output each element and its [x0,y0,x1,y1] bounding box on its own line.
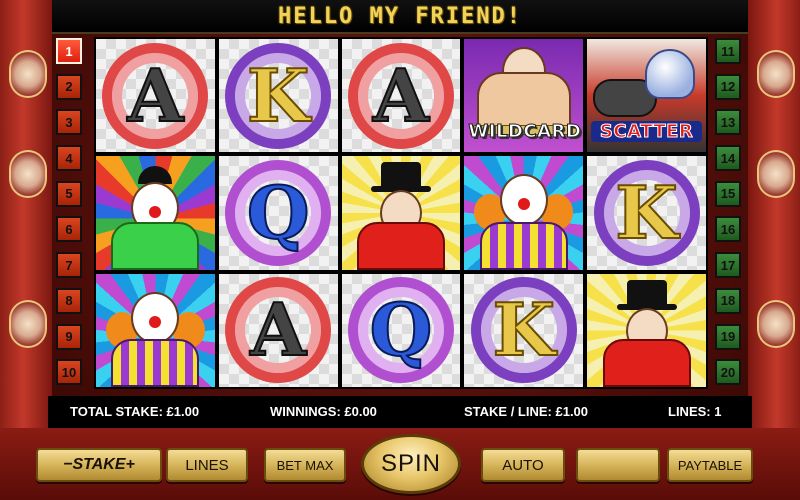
bet-max-button[interactable]: BET MAX [264,448,346,482]
reel-symbol-ace: A [96,39,215,153]
ringmaster-coat [356,221,445,270]
paytable-button[interactable]: PAYTABLE [667,448,753,482]
ringmaster-coat [602,339,691,387]
queen-glyph: Q [246,169,311,255]
reel-symbol-wildcard: WILDCARD [464,39,584,153]
ornament-medallion [757,150,795,198]
reel-symbol-queen: Q [341,273,461,387]
ornament-medallion [9,150,47,198]
payline-button[interactable]: 1 [56,38,82,64]
scatter-label: SCATTER [591,121,702,143]
payline-button[interactable]: 5 [56,180,82,207]
ace-glyph: A [249,287,307,373]
left-ornament-column [0,0,52,440]
clown-head [131,291,180,344]
ornament-medallion [9,50,47,98]
blank-button[interactable] [576,448,660,482]
stake-per-line-label: STAKE / LINE: £1.00 [464,404,589,419]
reel-symbol-king: K [218,39,338,153]
clown-nose [149,206,162,219]
king-glyph: K [614,169,679,255]
payline-button[interactable]: 14 [715,145,741,172]
clown-coat [479,221,568,270]
reel-symbol-clown-orange-hair [464,156,584,270]
auto-button[interactable]: AUTO [481,448,565,482]
ornament-medallion [9,300,47,348]
stake-adjust-button[interactable]: −STAKE+ [36,448,162,482]
payline-button[interactable]: 3 [56,109,82,136]
payline-button[interactable]: 10 [56,359,82,386]
clown-coat [111,339,200,387]
payline-button[interactable]: 13 [715,109,741,136]
payline-button[interactable]: 18 [715,287,741,314]
total-stake-label: TOTAL STAKE: £1.00 [70,404,200,419]
stake-info-bar: TOTAL STAKE: £1.00 WINNINGS: £0.00 STAKE… [48,396,752,428]
payline-button[interactable]: 2 [56,73,82,100]
game-title: HELLO MY FRIEND! [278,3,522,29]
ace-glyph: A [126,52,184,138]
reel-grid: A K A WILDCARD SCATTER Q K A Q K [94,37,708,389]
control-deck: −STAKE+ LINES BET MAX SPIN AUTO PAYTABLE [0,428,800,500]
reel-symbol-king: K [464,273,584,387]
reel-symbol-ace: A [218,273,338,387]
queen-glyph: Q [369,287,434,373]
top-hat-icon [380,162,421,189]
wildcard-label: WILDCARD [468,121,582,143]
payline-button[interactable]: 15 [715,180,741,207]
payline-button[interactable]: 4 [56,145,82,172]
reel-symbol-ringmaster [341,156,461,270]
lines-count-label: LINES: 1 [668,404,722,419]
ornament-medallion [757,50,795,98]
payline-button[interactable]: 19 [715,323,741,350]
lines-button[interactable]: LINES [166,448,248,482]
reel-symbol-ringmaster [587,273,706,387]
title-bar: HELLO MY FRIEND! [52,0,748,34]
ace-glyph: A [372,52,430,138]
right-ornament-column [748,0,800,440]
payline-button[interactable]: 17 [715,252,741,279]
reel-symbol-ace: A [341,39,461,153]
clown-head [499,174,548,227]
spin-button[interactable]: SPIN [361,434,461,494]
payline-button[interactable]: 6 [56,216,82,243]
payline-button[interactable]: 8 [56,287,82,314]
clown-coat [111,221,200,270]
reel-symbol-clown-orange-hair [96,273,215,387]
ornament-medallion [757,300,795,348]
payline-button[interactable]: 11 [715,38,741,64]
king-glyph: K [246,52,311,138]
payline-button[interactable]: 12 [715,73,741,100]
reel-symbol-queen: Q [218,156,338,270]
paylines-right: 11 12 13 14 15 16 17 18 19 20 [715,38,741,386]
clown-nose [517,198,530,211]
paylines-left: 1 2 3 4 5 6 7 8 9 10 [56,38,82,386]
payline-button[interactable]: 9 [56,323,82,350]
clown-nose [149,315,162,328]
reel-symbol-king: K [587,156,706,270]
king-glyph: K [492,287,557,373]
winnings-label: WINNINGS: £0.00 [270,404,377,419]
top-hat-icon [626,279,667,306]
reel-symbol-scatter: SCATTER [587,39,706,153]
payline-button[interactable]: 7 [56,252,82,279]
payline-button[interactable]: 20 [715,359,741,386]
helmet-icon [645,49,696,99]
payline-button[interactable]: 16 [715,216,741,243]
reel-symbol-clown-bowler [96,156,215,270]
